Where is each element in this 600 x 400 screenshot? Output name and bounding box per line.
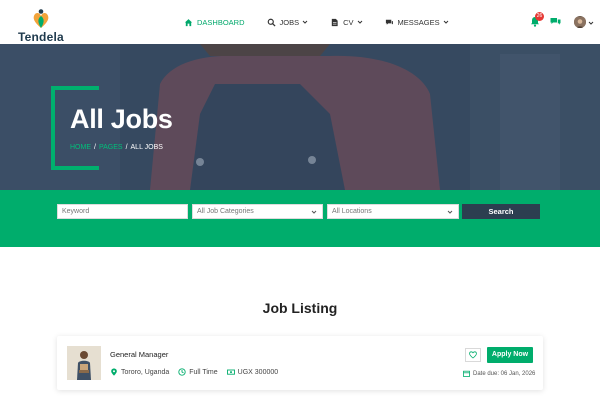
- breadcrumb-pages[interactable]: PAGES: [99, 144, 123, 151]
- job-due-date: Date due: 06 Jan, 2026: [463, 370, 535, 377]
- search-button[interactable]: Search: [462, 204, 540, 219]
- search-icon: [267, 18, 276, 27]
- brand-name: Tendela: [18, 30, 64, 44]
- top-header: Tendela DASHBOARD JOBS CV MESSAGES 26: [0, 0, 600, 44]
- page-title: All Jobs: [70, 104, 173, 134]
- location-select[interactable]: All Locations: [327, 204, 459, 219]
- job-title[interactable]: General Manager: [110, 350, 168, 359]
- chat-icon: [385, 19, 393, 25]
- job-salary: UGX 300000: [226, 368, 279, 376]
- brand-logo[interactable]: Tendela: [18, 6, 68, 44]
- keyword-input[interactable]: Keyword: [57, 204, 188, 219]
- logo-mark-icon: [33, 9, 49, 28]
- job-thumbnail: [67, 346, 101, 380]
- nav-item-label: DASHBOARD: [197, 17, 245, 27]
- map-pin-icon: [111, 368, 117, 376]
- avatar-image-icon: [574, 17, 586, 28]
- messages-icon[interactable]: [550, 17, 561, 27]
- category-select[interactable]: All Job Categories: [192, 204, 323, 219]
- breadcrumb-separator: /: [125, 144, 128, 151]
- job-type: Full Time: [178, 368, 218, 376]
- nav-item-label: JOBS: [279, 17, 300, 27]
- breadcrumb-separator: /: [94, 144, 96, 151]
- worker-photo-icon: [67, 346, 101, 380]
- apply-now-button[interactable]: Apply Now: [487, 347, 533, 363]
- breadcrumb: HOME / PAGES / ALL JOBS: [70, 144, 163, 151]
- chevron-down-icon: [302, 20, 308, 24]
- breadcrumb-current: ALL JOBS: [130, 144, 163, 151]
- job-location-text: Tororo, Uganda: [121, 368, 170, 376]
- job-due-text: Date due: 06 Jan, 2026: [473, 370, 536, 377]
- favorite-button[interactable]: [465, 348, 481, 362]
- job-search-bar: Keyword All Job Categories All Locations…: [0, 190, 600, 247]
- nav-item-label: MESSAGES: [397, 17, 440, 27]
- nav-item-cv[interactable]: CV: [330, 18, 362, 27]
- nav-item-messages[interactable]: MESSAGES: [385, 18, 449, 27]
- money-icon: [226, 369, 235, 375]
- job-card[interactable]: General Manager Tororo, Uganda Full Time…: [57, 336, 543, 390]
- chevron-down-icon: [357, 20, 362, 24]
- breadcrumb-home[interactable]: HOME: [70, 144, 91, 151]
- job-meta: Tororo, Uganda Full Time UGX 300000: [110, 367, 287, 377]
- page-hero: All Jobs HOME / PAGES / ALL JOBS: [0, 44, 600, 190]
- user-avatar[interactable]: [574, 16, 586, 28]
- chevron-down-icon[interactable]: [588, 20, 594, 26]
- calendar-icon: [463, 370, 470, 377]
- nav-item-dashboard[interactable]: DASHBOARD: [184, 18, 245, 27]
- nav-item-jobs[interactable]: JOBS: [267, 18, 309, 27]
- nav-item-label: CV: [343, 17, 354, 27]
- document-icon: [331, 18, 338, 26]
- heart-icon: [469, 351, 477, 359]
- job-location: Tororo, Uganda: [110, 368, 169, 376]
- location-select-value: All Locations: [332, 208, 372, 215]
- chevron-down-icon: [443, 20, 448, 24]
- main-nav: DASHBOARD JOBS CV MESSAGES: [184, 15, 471, 29]
- job-type-text: Full Time: [189, 368, 218, 376]
- category-select-value: All Job Categories: [197, 208, 254, 215]
- chevron-down-icon: [311, 210, 317, 214]
- chevron-down-icon: [447, 210, 453, 214]
- clock-icon: [178, 368, 186, 376]
- section-title: Job Listing: [262, 300, 338, 316]
- notification-badge: 26: [535, 12, 544, 21]
- home-icon: [184, 18, 193, 26]
- job-salary-text: UGX 300000: [237, 368, 279, 376]
